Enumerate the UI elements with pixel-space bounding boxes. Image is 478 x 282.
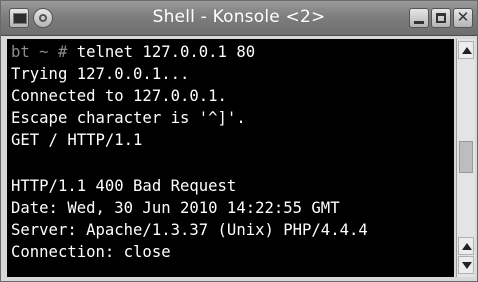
scroll-up-button-lower[interactable] — [458, 237, 474, 255]
window-title: Shell - Konsole <2> — [152, 7, 326, 27]
maximize-icon — [436, 13, 446, 23]
terminal-line: Escape character is '^]'. — [11, 109, 246, 127]
maximize-button[interactable] — [431, 8, 451, 28]
command-line: bt ~ # telnet 127.0.0.1 80 — [11, 41, 255, 63]
arrow-down-icon — [462, 262, 472, 269]
scroll-down-button[interactable] — [458, 256, 474, 274]
konsole-window: Shell - Konsole <2> ✕ bt ~ # telnet 127.… — [0, 0, 478, 282]
terminal-line: Connection: close — [11, 243, 171, 261]
command-text: telnet 127.0.0.1 80 — [76, 43, 256, 61]
scrollbar-thumb[interactable] — [459, 141, 473, 173]
terminal-line: GET / HTTP/1.1 — [11, 131, 143, 149]
terminal-line: Date: Wed, 30 Jun 2010 14:22:55 GMT — [11, 199, 340, 217]
minimize-icon — [414, 21, 424, 24]
close-icon: ✕ — [456, 8, 470, 26]
terminal-line: Connected to 127.0.0.1. — [11, 87, 227, 105]
arrow-up-icon — [462, 47, 472, 54]
terminal-line: Server: Apache/1.3.37 (Unix) PHP/4.4.4 — [11, 221, 368, 239]
arrow-up-icon — [462, 243, 472, 250]
minimize-button[interactable] — [409, 8, 429, 28]
title-bar[interactable]: Shell - Konsole <2> ✕ — [1, 1, 477, 36]
shell-prompt: bt ~ # — [11, 43, 77, 61]
terminal-line: Trying 127.0.0.1... — [11, 65, 190, 83]
scroll-up-button[interactable] — [458, 41, 474, 59]
vertical-scrollbar[interactable] — [456, 39, 475, 277]
close-button[interactable]: ✕ — [453, 8, 473, 28]
terminal-output[interactable]: bt ~ # telnet 127.0.0.1 80 Trying 127.0.… — [7, 39, 454, 277]
terminal-line: HTTP/1.1 400 Bad Request — [11, 177, 237, 195]
